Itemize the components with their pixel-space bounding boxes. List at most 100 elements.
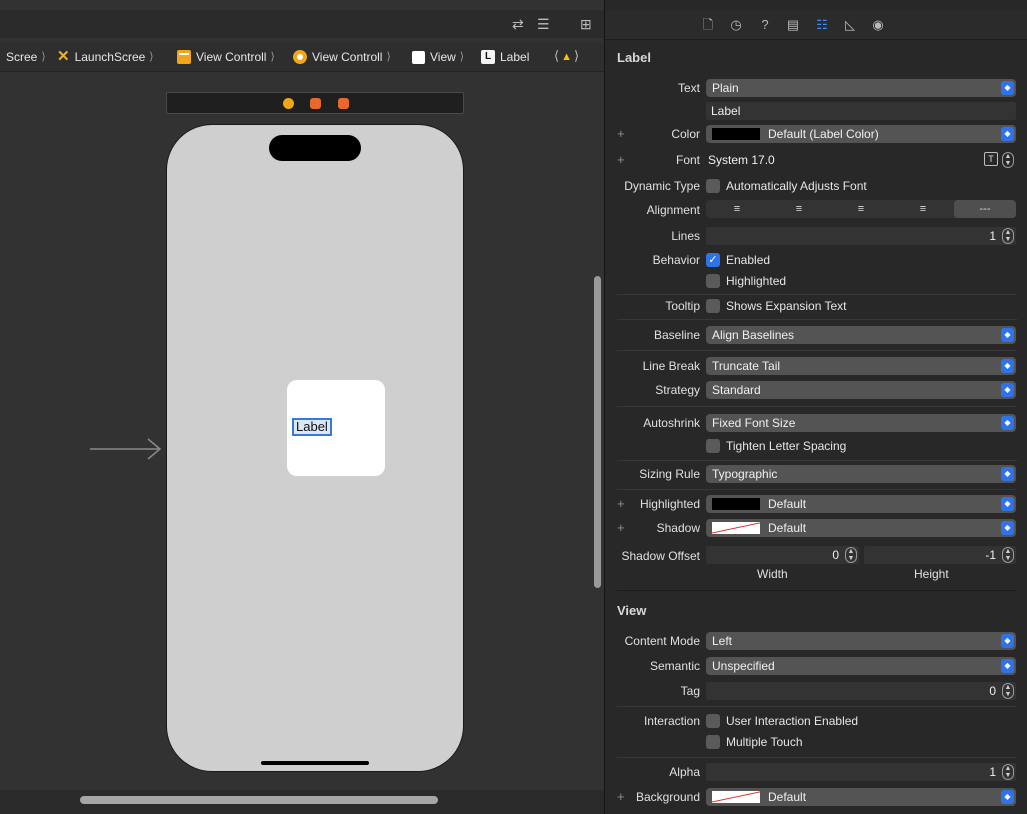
tighten-spacing-checkbox[interactable] xyxy=(706,439,720,453)
semantic-popup[interactable]: Unspecified ◆ xyxy=(706,657,1016,675)
add-panel-icon[interactable]: ⊞ xyxy=(580,16,592,32)
device-frame[interactable]: Label xyxy=(166,124,464,772)
background-color-popup[interactable]: Default ◆ xyxy=(706,788,1016,806)
align-lines-icon[interactable]: ☰ xyxy=(537,16,550,32)
auto-adjust-font-checkbox[interactable] xyxy=(706,179,720,193)
stepper-icon[interactable]: ▲ ▼ xyxy=(845,547,857,563)
align-left-icon[interactable]: ≡ xyxy=(706,200,768,218)
add-variation-icon[interactable]: + xyxy=(617,789,625,805)
alpha-field[interactable]: 1 ▲ ▼ xyxy=(706,763,1016,781)
chevron-updown-icon: ◆ xyxy=(1001,790,1014,804)
semantic-label: Semantic xyxy=(649,659,700,673)
container-view[interactable]: Label xyxy=(287,380,385,476)
scene-dock xyxy=(166,92,464,114)
highlighted-color-popup[interactable]: Default ◆ xyxy=(706,495,1016,513)
alignment-segmented-control[interactable]: ≡ ≡ ≡ ≡ --- xyxy=(706,200,1016,218)
warning-icon[interactable]: ▲ xyxy=(561,51,574,63)
tooltip-checkbox[interactable] xyxy=(706,299,720,313)
add-variation-icon[interactable]: + xyxy=(617,520,625,536)
sizing-rule-popup[interactable]: Typographic ◆ xyxy=(706,465,1016,483)
lines-label: Lines xyxy=(671,229,700,243)
identity-inspector-icon[interactable]: ▤ xyxy=(785,17,801,33)
stepper-icon[interactable]: ▲ ▼ xyxy=(1002,547,1014,563)
line-break-popup[interactable]: Truncate Tail ◆ xyxy=(706,357,1016,375)
connections-inspector-icon[interactable]: ◉ xyxy=(870,17,886,33)
label-icon: L xyxy=(481,50,495,64)
canvas-toolbar: ⇄ ☰ ⊞ xyxy=(0,10,604,38)
lines-field[interactable]: 1 ▲ ▼ xyxy=(706,227,1016,245)
file-inspector-icon[interactable]: 🗋 xyxy=(700,17,716,33)
home-indicator xyxy=(261,761,369,765)
tag-field[interactable]: 0 ▲ ▼ xyxy=(706,682,1016,700)
width-caption: Width xyxy=(757,567,788,581)
crumb-view[interactable]: View ⟩ xyxy=(412,50,464,64)
crumb-label[interactable]: L Label xyxy=(481,50,529,64)
content-mode-label: Content Mode xyxy=(624,634,700,648)
height-caption: Height xyxy=(914,567,949,581)
text-type-popup[interactable]: Plain ◆ xyxy=(706,79,1016,97)
font-row-label: Font xyxy=(675,153,700,167)
horizontal-scrollbar[interactable] xyxy=(80,796,438,804)
crumb-launchscreen[interactable]: ✕ LaunchScree ⟩ xyxy=(57,49,154,64)
tooltip-label: Tooltip xyxy=(665,299,700,313)
multiple-touch-checkbox[interactable] xyxy=(706,735,720,749)
shadow-color-popup[interactable]: Default ◆ xyxy=(706,519,1016,537)
autoshrink-popup[interactable]: Fixed Font Size ◆ xyxy=(706,414,1016,432)
add-variation-icon[interactable]: + xyxy=(617,496,625,512)
auto-adjust-font-label: Automatically Adjusts Font xyxy=(726,179,867,193)
enabled-checkbox[interactable]: ✓ xyxy=(706,253,720,267)
align-center-icon[interactable]: ≡ xyxy=(768,200,830,218)
exit-dock-icon[interactable] xyxy=(338,98,349,109)
attributes-inspector-icon[interactable]: ☷ xyxy=(814,17,830,33)
shadow-offset-height-field[interactable]: -1 ▲ ▼ xyxy=(864,546,1016,564)
view-controller-scene-icon xyxy=(177,50,191,64)
font-field[interactable]: System 17.0 T ▲ ▼ xyxy=(706,151,1016,169)
user-interaction-checkbox[interactable] xyxy=(706,714,720,728)
add-variation-icon[interactable]: + xyxy=(617,126,625,142)
chevron-updown-icon: ◆ xyxy=(1001,659,1014,673)
color-popup[interactable]: Default (Label Color) ◆ xyxy=(706,125,1016,143)
jump-nav[interactable]: ⟨▲⟩ xyxy=(554,48,581,64)
selected-label[interactable]: Label xyxy=(292,418,332,436)
canvas-area[interactable]: ⇄ ☰ ⊞ Scree ⟩ ✕ LaunchScree ⟩ View Control… xyxy=(0,0,604,814)
baseline-popup[interactable]: Align Baselines ◆ xyxy=(706,326,1016,344)
arrows-exchange-icon[interactable]: ⇄ xyxy=(512,16,524,32)
help-inspector-icon[interactable]: ? xyxy=(757,17,773,33)
align-natural-button[interactable]: --- xyxy=(954,200,1016,218)
chevron-updown-icon: ◆ xyxy=(1001,467,1014,481)
divider xyxy=(617,350,1017,351)
font-picker-icon[interactable]: T xyxy=(984,152,998,166)
divider xyxy=(617,319,1017,320)
view-controller-dock-icon[interactable] xyxy=(283,98,294,109)
stepper-icon[interactable]: ▲ ▼ xyxy=(1002,764,1014,780)
line-break-label: Line Break xyxy=(642,359,700,373)
highlighted-checkbox[interactable] xyxy=(706,274,720,288)
shadow-label: Shadow xyxy=(656,521,700,535)
vertical-scrollbar[interactable] xyxy=(594,276,601,588)
divider xyxy=(617,706,1017,707)
crumb-storyboard[interactable]: Scree ⟩ xyxy=(6,50,46,64)
entry-point-arrow-icon[interactable] xyxy=(90,438,162,460)
text-content-field[interactable]: Label xyxy=(706,102,1016,120)
add-variation-icon[interactable]: + xyxy=(617,152,625,168)
strategy-label: Strategy xyxy=(655,383,700,397)
chevron-updown-icon: ◆ xyxy=(1001,359,1014,373)
history-inspector-icon[interactable]: ◷ xyxy=(728,17,744,33)
align-right-icon[interactable]: ≡ xyxy=(830,200,892,218)
behavior-label: Behavior xyxy=(652,253,700,267)
strategy-popup[interactable]: Standard ◆ xyxy=(706,381,1016,399)
stepper-icon[interactable]: ▲ ▼ xyxy=(1002,228,1014,244)
chevron-updown-icon: ◆ xyxy=(1001,328,1014,342)
content-mode-popup[interactable]: Left ◆ xyxy=(706,632,1016,650)
view-icon xyxy=(412,50,425,64)
crumb-view-controller-scene[interactable]: View Controll ⟩ xyxy=(177,50,275,64)
align-justified-icon[interactable]: ≡ xyxy=(892,200,954,218)
shadow-offset-width-field[interactable]: 0 ▲ ▼ xyxy=(706,546,859,564)
color-row-label: Color xyxy=(671,127,700,141)
first-responder-dock-icon[interactable] xyxy=(310,98,321,109)
size-inspector-icon[interactable]: ◺ xyxy=(842,17,858,33)
stepper-icon[interactable]: ▲ ▼ xyxy=(1002,152,1014,168)
chevron-right-icon[interactable]: ⟩ xyxy=(574,48,581,63)
stepper-icon[interactable]: ▲ ▼ xyxy=(1002,683,1014,699)
crumb-view-controller[interactable]: View Controll ⟩ xyxy=(293,50,391,64)
